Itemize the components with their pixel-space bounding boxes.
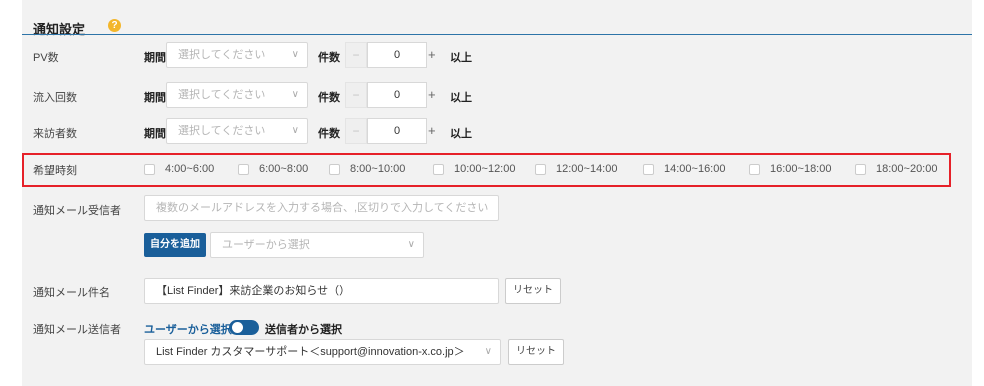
time-slot-label: 14:00~16:00 xyxy=(664,163,726,175)
pv-above-label: 以上 xyxy=(450,52,472,64)
checkbox-icon[interactable] xyxy=(643,163,654,175)
preferred-time-label: 希望時刻 xyxy=(33,165,77,177)
add-self-button[interactable]: 自分を追加 xyxy=(144,233,206,257)
time-slot-label: 10:00~12:00 xyxy=(454,163,516,175)
subject-value: 【List Finder】来訪企業のお知らせ（） xyxy=(156,285,351,297)
visitor-count-field-label: 件数 xyxy=(318,128,340,140)
chevron-down-icon: ∨ xyxy=(291,125,299,136)
from-user-option[interactable]: ユーザーから選択 xyxy=(144,321,232,337)
visitor-increment-button[interactable]: + xyxy=(428,123,436,138)
chevron-down-icon: ∨ xyxy=(484,346,492,357)
visitor-count-input[interactable]: 0 xyxy=(367,118,427,144)
subject-input[interactable]: 【List Finder】来訪企業のお知らせ（） xyxy=(144,278,499,304)
time-slot-6-8[interactable]: 6:00~8:00 xyxy=(238,162,308,176)
pv-period-select[interactable]: 選択してください ∨ xyxy=(166,42,308,68)
recipient-email-placeholder: 複数のメールアドレスを入力する場合、,区切りで入力してください xyxy=(156,202,489,214)
pv-period-label: 期間 xyxy=(144,52,166,64)
time-slot-18-20[interactable]: 18:00~20:00 xyxy=(855,162,937,176)
pv-increment-button[interactable]: + xyxy=(428,47,436,62)
checkbox-icon[interactable] xyxy=(238,163,249,175)
sender-reset-button[interactable]: リセット xyxy=(508,339,564,365)
visitor-count-label: 来訪者数 xyxy=(33,128,77,140)
time-slot-4-6[interactable]: 4:00~6:00 xyxy=(144,162,214,176)
toggle-knob xyxy=(232,322,243,333)
chevron-down-icon: ∨ xyxy=(407,239,415,250)
recipients-label: 通知メール受信者 xyxy=(33,205,121,217)
from-sender-option[interactable]: 送信者から選択 xyxy=(265,321,342,337)
subject-label: 通知メール件名 xyxy=(33,287,110,299)
time-slot-10-12[interactable]: 10:00~12:00 xyxy=(433,162,515,176)
inflow-period-label: 期間 xyxy=(144,92,166,104)
time-slot-12-14[interactable]: 12:00~14:00 xyxy=(535,162,617,176)
recipient-email-input[interactable]: 複数のメールアドレスを入力する場合、,区切りで入力してください xyxy=(144,195,499,221)
pv-count-field-label: 件数 xyxy=(318,52,340,64)
checkbox-icon[interactable] xyxy=(535,163,546,175)
visitor-period-select[interactable]: 選択してください ∨ xyxy=(166,118,308,144)
checkbox-icon[interactable] xyxy=(329,163,340,175)
sender-label: 通知メール送信者 xyxy=(33,324,121,336)
sender-source-toggle[interactable] xyxy=(229,320,259,335)
time-slot-16-18[interactable]: 16:00~18:00 xyxy=(749,162,831,176)
help-icon[interactable]: ? xyxy=(108,19,121,32)
time-slot-8-10[interactable]: 8:00~10:00 xyxy=(329,162,405,176)
time-slot-label: 16:00~18:00 xyxy=(770,163,832,175)
checkbox-icon[interactable] xyxy=(749,163,760,175)
pv-decrement-button[interactable]: − xyxy=(345,42,367,68)
pv-count-input[interactable]: 0 xyxy=(367,42,427,68)
sender-selected-value: List Finder カスタマーサポート＜support@innovation… xyxy=(156,346,465,358)
section-title: 通知設定 xyxy=(33,22,86,37)
inflow-period-placeholder: 選択してください xyxy=(178,89,266,101)
inflow-period-select[interactable]: 選択してください ∨ xyxy=(166,82,308,108)
time-slot-label: 6:00~8:00 xyxy=(259,163,309,175)
chevron-down-icon: ∨ xyxy=(291,89,299,100)
user-select-placeholder: ユーザーから選択 xyxy=(222,239,310,251)
chevron-down-icon: ∨ xyxy=(291,49,299,60)
inflow-count-input[interactable]: 0 xyxy=(367,82,427,108)
time-slot-label: 12:00~14:00 xyxy=(556,163,618,175)
inflow-decrement-button[interactable]: − xyxy=(345,82,367,108)
visitor-above-label: 以上 xyxy=(450,128,472,140)
inflow-count-field-label: 件数 xyxy=(318,92,340,104)
user-select-dropdown[interactable]: ユーザーから選択 ∨ xyxy=(210,232,424,258)
time-slot-label: 4:00~6:00 xyxy=(165,163,215,175)
checkbox-icon[interactable] xyxy=(855,163,866,175)
time-slot-label: 18:00~20:00 xyxy=(876,163,938,175)
time-slot-14-16[interactable]: 14:00~16:00 xyxy=(643,162,725,176)
visitor-decrement-button[interactable]: − xyxy=(345,118,367,144)
inflow-count-label: 流入回数 xyxy=(33,92,77,104)
checkbox-icon[interactable] xyxy=(144,163,155,175)
inflow-above-label: 以上 xyxy=(450,92,472,104)
time-slot-label: 8:00~10:00 xyxy=(350,163,406,175)
inflow-increment-button[interactable]: + xyxy=(428,87,436,102)
visitor-period-label: 期間 xyxy=(144,128,166,140)
subject-reset-button[interactable]: リセット xyxy=(505,278,561,304)
section-divider xyxy=(22,34,972,35)
pv-count-label: PV数 xyxy=(33,52,59,64)
checkbox-icon[interactable] xyxy=(433,163,444,175)
pv-period-placeholder: 選択してください xyxy=(178,49,266,61)
sender-select[interactable]: List Finder カスタマーサポート＜support@innovation… xyxy=(144,339,501,365)
visitor-period-placeholder: 選択してください xyxy=(178,125,266,137)
